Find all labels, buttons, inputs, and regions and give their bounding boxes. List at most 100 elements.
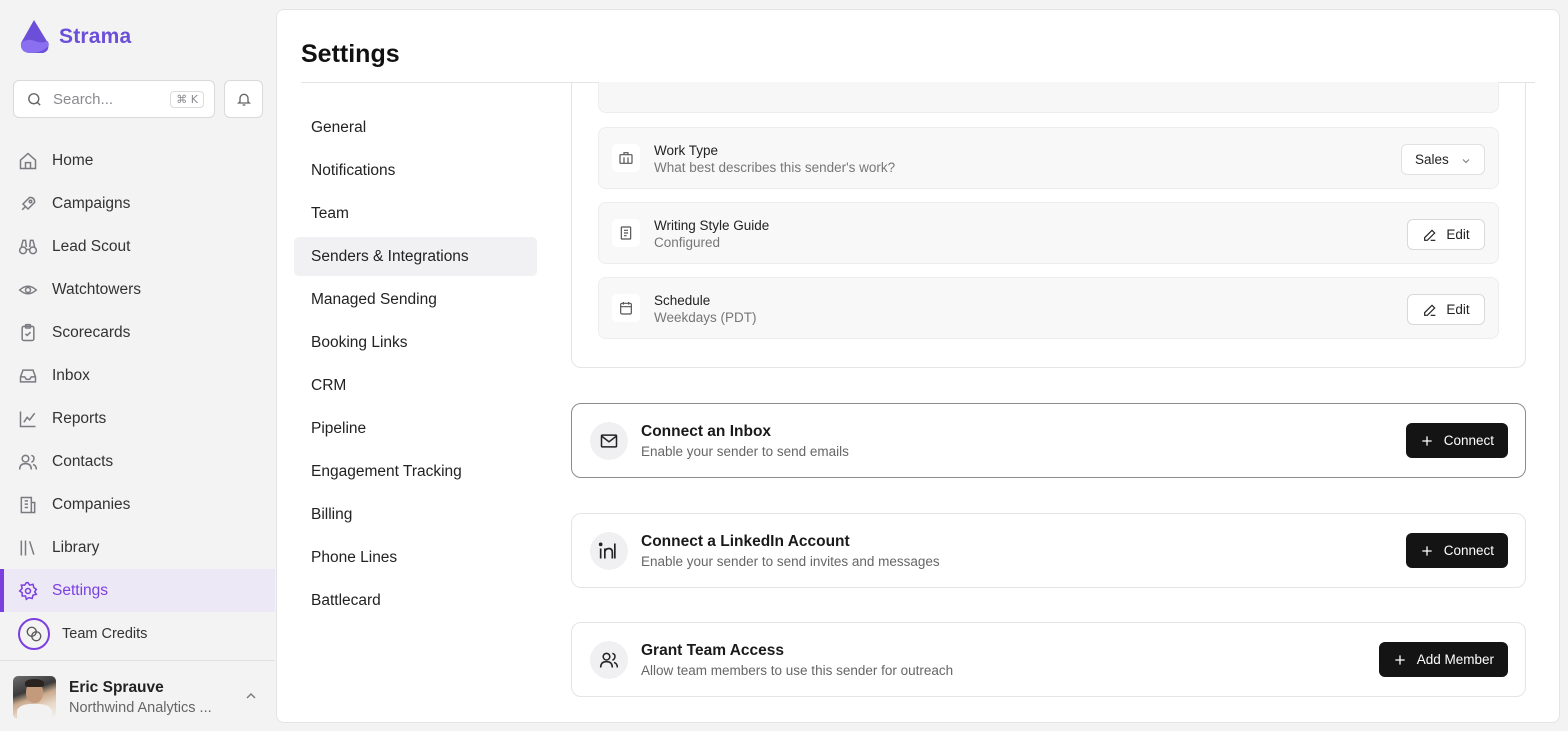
plus-icon — [1395, 654, 1405, 665]
grant-team-access-card: Grant Team Access Allow team members to … — [571, 622, 1526, 697]
user-menu[interactable]: Eric Sprauve Northwind Analytics ... — [13, 674, 263, 720]
settings-menu-booking-links[interactable]: Booking Links — [294, 323, 537, 362]
nav-item-watchtowers[interactable]: Watchtowers — [0, 268, 275, 311]
nav-item-scorecards[interactable]: Scorecards — [0, 311, 275, 354]
search-shortcut: ⌘ K — [170, 91, 204, 108]
plus-icon — [1422, 435, 1432, 446]
inbox-icon — [18, 366, 38, 386]
edit-label: Edit — [1446, 302, 1470, 317]
chart-line-icon — [18, 409, 38, 429]
connect-label: Connect — [1443, 433, 1494, 448]
page-title: Settings — [301, 40, 400, 68]
settings-menu-crm[interactable]: CRM — [294, 366, 537, 405]
work-type-title: Work Type — [654, 143, 719, 158]
schedule-title: Schedule — [654, 293, 711, 308]
sidebar: Strama ⌘ K Home Campaigns Lead Scout Wat… — [0, 0, 275, 731]
nav-item-inbox[interactable]: Inbox — [0, 354, 275, 397]
settings-menu-battlecard[interactable]: Battlecard — [294, 581, 537, 620]
plus-icon — [1422, 545, 1432, 556]
library-icon — [18, 538, 38, 558]
connect-label: Connect — [1443, 543, 1494, 558]
nav-item-companies[interactable]: Companies — [0, 483, 275, 526]
linkedin-icon — [590, 532, 628, 570]
app-name: Strama — [59, 25, 132, 48]
grant-team-access-subtitle: Allow team members to use this sender fo… — [641, 663, 954, 678]
sender-setting-row — [598, 82, 1499, 113]
user-org: Northwind Analytics ... — [69, 699, 212, 716]
writing-style-title: Writing Style Guide — [654, 218, 770, 233]
add-member-button[interactable]: Add Member — [1378, 642, 1508, 677]
schedule-subtitle: Weekdays (PDT) — [654, 310, 757, 325]
settings-menu-billing[interactable]: Billing — [294, 495, 537, 534]
user-name: Eric Sprauve — [69, 678, 164, 696]
settings-menu-notifications[interactable]: Notifications — [294, 151, 537, 190]
calendar-icon — [612, 294, 640, 322]
nav-item-contacts[interactable]: Contacts — [0, 440, 275, 483]
nav-item-label: Companies — [52, 495, 131, 513]
briefcase-icon — [612, 144, 640, 172]
connect-linkedin-card: Connect a LinkedIn Account Enable your s… — [571, 513, 1526, 588]
work-type-subtitle: What best describes this sender's work? — [654, 160, 896, 175]
nav-item-reports[interactable]: Reports — [0, 397, 275, 440]
building-icon — [18, 495, 38, 515]
connect-linkedin-button[interactable]: Connect — [1405, 533, 1508, 568]
main-nav: Home Campaigns Lead Scout Watchtowers Sc… — [0, 139, 275, 612]
avatar — [13, 675, 56, 719]
settings-menu-pipeline[interactable]: Pipeline — [294, 409, 537, 448]
settings-menu-general[interactable]: General — [294, 108, 537, 147]
nav-item-label: Scorecards — [52, 323, 131, 341]
nav-item-library[interactable]: Library — [0, 526, 275, 569]
strama-logo-icon — [20, 20, 49, 53]
search-icon — [28, 92, 41, 106]
connect-inbox-card: Connect an Inbox Enable your sender to s… — [571, 403, 1526, 478]
nav-item-label: Reports — [52, 409, 107, 427]
users-icon — [18, 452, 38, 472]
nav-item-settings[interactable]: Settings — [0, 569, 275, 612]
connect-linkedin-title: Connect a LinkedIn Account — [641, 533, 850, 550]
bell-icon — [236, 93, 251, 106]
main-panel: Settings General Notifications Team Send… — [276, 9, 1560, 723]
home-icon — [18, 151, 38, 171]
grant-team-access-title: Grant Team Access — [641, 642, 785, 659]
work-type-select[interactable]: Sales — [1401, 144, 1485, 175]
settings-menu-team[interactable]: Team — [294, 194, 537, 233]
nav-item-label: Campaigns — [52, 194, 131, 212]
schedule-row: Schedule Weekdays (PDT) Edit — [598, 277, 1499, 339]
team-credits-label: Team Credits — [62, 625, 148, 642]
work-type-value: Sales — [1415, 152, 1449, 167]
settings-menu-senders-integrations[interactable]: Senders & Integrations — [294, 237, 537, 276]
mail-icon — [590, 422, 628, 460]
nav-item-home[interactable]: Home — [0, 139, 275, 182]
nav-item-label: Watchtowers — [52, 280, 142, 298]
settings-menu-phone-lines[interactable]: Phone Lines — [294, 538, 537, 577]
add-member-label: Add Member — [1416, 652, 1494, 667]
search-box[interactable]: ⌘ K — [13, 80, 215, 118]
connect-inbox-subtitle: Enable your sender to send emails — [641, 444, 849, 459]
connect-inbox-title: Connect an Inbox — [641, 423, 772, 440]
search-input[interactable] — [53, 90, 163, 108]
connect-linkedin-subtitle: Enable your sender to send invites and m… — [641, 554, 940, 569]
nav-item-lead-scout[interactable]: Lead Scout — [0, 225, 275, 268]
team-credits[interactable]: Team Credits — [0, 612, 275, 655]
pencil-icon — [1424, 303, 1436, 316]
chevron-up-icon[interactable] — [243, 688, 259, 704]
nav-item-label: Library — [52, 538, 100, 556]
nav-item-campaigns[interactable]: Campaigns — [0, 182, 275, 225]
settings-menu-engagement-tracking[interactable]: Engagement Tracking — [294, 452, 537, 491]
app-logo[interactable]: Strama — [17, 19, 131, 55]
pencil-icon — [1424, 228, 1436, 241]
work-type-row: Work Type What best describes this sende… — [598, 127, 1499, 189]
eye-icon — [18, 280, 38, 300]
gear-icon — [18, 581, 38, 601]
rocket-icon — [18, 194, 38, 214]
schedule-edit-button[interactable]: Edit — [1407, 294, 1485, 325]
settings-menu: General Notifications Team Senders & Int… — [294, 108, 537, 624]
writing-style-row: Writing Style Guide Configured Edit — [598, 202, 1499, 264]
notifications-button[interactable] — [224, 80, 263, 118]
users-icon — [590, 641, 628, 679]
nav-item-label: Settings — [52, 581, 109, 599]
edit-label: Edit — [1446, 227, 1470, 242]
writing-style-edit-button[interactable]: Edit — [1407, 219, 1485, 250]
settings-menu-managed-sending[interactable]: Managed Sending — [294, 280, 537, 319]
connect-inbox-button[interactable]: Connect — [1405, 423, 1508, 458]
